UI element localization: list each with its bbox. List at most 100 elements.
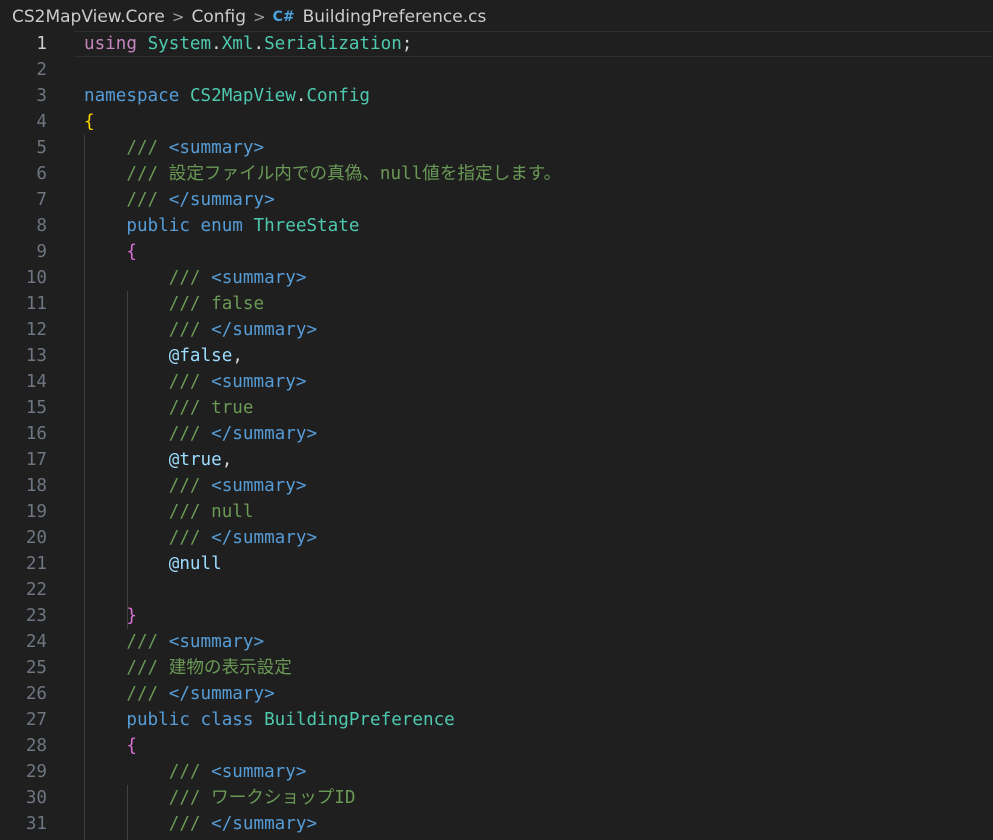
breadcrumb-project[interactable]: CS2MapView.Core (12, 7, 165, 27)
code-token: , (232, 346, 243, 366)
line-number: 30 (25, 788, 47, 808)
breadcrumb-folder[interactable]: Config (191, 7, 246, 27)
code-line[interactable]: 7 /// </summary> (0, 187, 993, 213)
code-line[interactable]: 19 /// null (0, 499, 993, 525)
code-line[interactable]: 15 /// true (0, 395, 993, 421)
code-token: /// (168, 372, 212, 392)
code-text: @false, (84, 343, 243, 369)
line-number: 1 (36, 34, 47, 54)
code-text: /// </summary> (84, 811, 317, 837)
code-token: /// (126, 632, 169, 652)
code-line[interactable]: 10 /// <summary> (0, 265, 993, 291)
line-number: 31 (25, 814, 47, 834)
code-token: /// (168, 424, 212, 444)
code-text: /// <summary> (84, 759, 307, 785)
code-line[interactable]: 23 } (0, 603, 993, 629)
code-token: /// (126, 684, 169, 704)
code-line[interactable]: 22 (0, 577, 993, 603)
code-line[interactable]: 28 { (0, 733, 993, 759)
code-line[interactable]: 26 /// </summary> (0, 681, 993, 707)
code-token: /// (126, 190, 169, 210)
code-line[interactable]: 17 @true, (0, 447, 993, 473)
code-line[interactable]: 3 namespace CS2MapView.Config (0, 83, 993, 109)
code-token: System (147, 34, 212, 54)
line-number: 6 (36, 164, 47, 184)
code-text: { (84, 109, 95, 135)
code-text: { (84, 239, 137, 265)
line-number: 16 (25, 424, 47, 444)
code-line[interactable]: 2 (0, 57, 993, 83)
code-text: { (84, 733, 137, 759)
code-editor[interactable]: 1 using System.Xml.Serialization; 2 3 namesp… (0, 31, 993, 840)
code-token: CS2MapView (189, 86, 296, 106)
code-token: /// (168, 814, 212, 834)
code-text: /// <summary> (84, 473, 307, 499)
code-line[interactable]: 5 /// <summary> (0, 135, 993, 161)
code-token: /// (168, 762, 212, 782)
code-token: @false (168, 346, 233, 366)
code-line[interactable]: 20 /// </summary> (0, 525, 993, 551)
code-token: @null (168, 554, 222, 574)
code-token: enum (200, 216, 243, 236)
line-number: 8 (36, 216, 47, 236)
line-number: 4 (36, 112, 47, 132)
line-number: 21 (25, 554, 47, 574)
code-line[interactable]: 18 /// <summary> (0, 473, 993, 499)
code-line[interactable]: 25 /// 建物の表示設定 (0, 655, 993, 681)
code-token: , (221, 450, 233, 470)
code-token: public (126, 710, 190, 730)
code-token: ; (401, 34, 413, 54)
code-line[interactable]: 21 @null (0, 551, 993, 577)
code-line[interactable]: 11 /// false (0, 291, 993, 317)
csharp-file-icon: C# (272, 9, 295, 25)
code-line[interactable]: 31 /// </summary> (0, 811, 993, 837)
code-text: /// ワークショップID (84, 785, 356, 811)
code-line[interactable]: 16 /// </summary> (0, 421, 993, 447)
code-token: /// (168, 528, 212, 548)
chevron-right-icon: > (253, 8, 266, 26)
code-line[interactable]: 30 /// ワークショップID (0, 785, 993, 811)
code-text: /// </summary> (84, 187, 274, 213)
line-number: 27 (25, 710, 47, 730)
code-text: /// </summary> (84, 525, 317, 551)
code-token: </summary> (211, 320, 318, 340)
code-line[interactable]: 1 using System.Xml.Serialization; (0, 31, 993, 57)
code-line[interactable]: 6 /// 設定ファイル内での真偽、null値を指定します。 (0, 161, 993, 187)
line-number: 11 (25, 294, 47, 314)
code-token: namespace (84, 86, 180, 106)
code-line[interactable]: 4{ (0, 109, 993, 135)
line-number: 20 (25, 528, 47, 548)
code-line[interactable]: 9 { (0, 239, 993, 265)
line-number: 23 (25, 606, 47, 626)
code-text: /// true (84, 395, 254, 421)
code-token: BuildingPreference (264, 710, 455, 730)
code-line[interactable]: 29 /// <summary> (0, 759, 993, 785)
code-line[interactable]: 14 /// <summary> (0, 369, 993, 395)
code-text: namespace CS2MapView.Config (84, 83, 370, 109)
code-token: public (126, 216, 190, 236)
code-token: Xml (221, 34, 254, 54)
code-line[interactable]: 27 public class BuildingPreference (0, 707, 993, 733)
line-number: 18 (25, 476, 47, 496)
code-token: </summary> (211, 814, 318, 834)
code-line[interactable]: 13 @false, (0, 343, 993, 369)
code-line[interactable]: 24 /// <summary> (0, 629, 993, 655)
code-text: /// 設定ファイル内での真偽、null値を指定します。 (84, 161, 561, 187)
code-text: /// <summary> (84, 369, 307, 395)
code-token: { (126, 242, 137, 262)
code-token: using (84, 34, 137, 54)
breadcrumb-file[interactable]: BuildingPreference.cs (303, 7, 487, 27)
code-line[interactable]: 12 /// </summary> (0, 317, 993, 343)
code-text: /// false (84, 291, 264, 317)
code-line[interactable]: 8 public enum ThreeState (0, 213, 993, 239)
